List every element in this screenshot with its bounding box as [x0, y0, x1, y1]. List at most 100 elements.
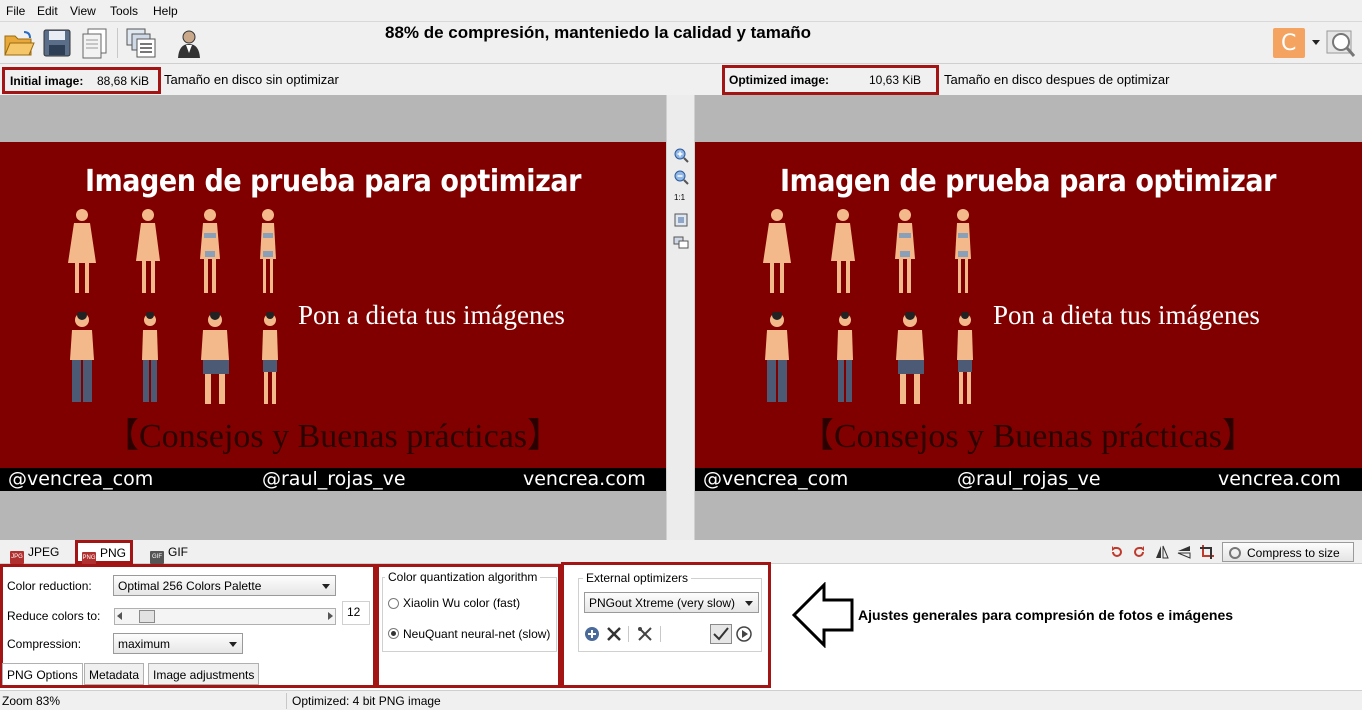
subtab-metadata[interactable]: Metadata — [84, 663, 145, 685]
copy-icon[interactable] — [78, 26, 112, 60]
tab-jpeg-label: JPEG — [28, 545, 60, 559]
save-icon[interactable] — [40, 26, 74, 60]
tab-png-label: PNG — [100, 546, 127, 560]
open-folder-icon[interactable] — [2, 26, 36, 60]
slider-thumb[interactable] — [139, 610, 155, 623]
compression-select[interactable]: maximum — [113, 633, 243, 654]
initial-size-box: Initial image: 88,68 KiB — [2, 67, 161, 94]
enable-optimizer-checkbox[interactable] — [710, 624, 732, 644]
color-reduction-value: Optimal 256 Colors Palette — [118, 579, 262, 593]
toolbar-separator — [117, 28, 118, 58]
preview-advice: 【Consejos y Buenas prácticas】 — [104, 418, 562, 455]
optimized-size-label: Optimized image: — [729, 73, 830, 87]
figures-men-illustration — [765, 312, 973, 404]
preview-footer: @vencrea_com @raul_rojas_ve vencrea.com — [695, 468, 1362, 491]
footer-handle-1: @vencrea_com — [703, 468, 849, 490]
compression-label: Compression: — [7, 637, 82, 651]
footer-handle-2: @raul_rojas_ve — [262, 468, 406, 490]
radio-xiaolin-wu[interactable] — [388, 598, 399, 609]
zoom-out-icon[interactable] — [673, 169, 689, 185]
user-icon[interactable] — [172, 26, 206, 60]
radio-neuquant[interactable] — [388, 628, 399, 639]
figures-women-illustration — [68, 209, 276, 293]
footer-handle-1: @vencrea_com — [8, 468, 154, 490]
tab-gif[interactable]: GIF GIF — [146, 543, 192, 564]
flip-vertical-icon[interactable] — [1177, 545, 1191, 559]
chevron-down-icon — [745, 601, 753, 606]
fit-window-icon[interactable] — [673, 212, 689, 228]
chevron-down-icon[interactable] — [1312, 40, 1320, 45]
original-preview[interactable]: Imagen de prueba para optimizar Pon a di… — [0, 95, 666, 540]
slider-left-arrow-icon[interactable] — [117, 612, 122, 620]
optimized-size-value: 10,63 KiB — [869, 73, 922, 87]
reduce-colors-slider[interactable] — [114, 608, 336, 625]
zoom-settings-icon[interactable] — [1324, 26, 1358, 60]
menu-file[interactable]: File — [6, 4, 25, 18]
preview-subtitle: Pon a dieta tus imágenes — [298, 300, 565, 330]
arrow-left-icon — [792, 582, 854, 648]
separator — [660, 626, 661, 642]
compress-to-size-label: Compress to size — [1247, 546, 1340, 560]
neuquant-label: NeuQuant neural-net (slow) — [403, 627, 551, 641]
separator — [628, 626, 629, 642]
preview-title: Imagen de prueba para optimizar — [779, 164, 1277, 199]
footer-handle-2: @raul_rojas_ve — [957, 468, 1101, 490]
batch-icon[interactable] — [124, 26, 158, 60]
reduce-colors-label: Reduce colors to: — [7, 609, 101, 623]
initial-size-value: 88,68 KiB — [97, 74, 150, 88]
optimized-preview[interactable]: Imagen de prueba para optimizar Pon a di… — [695, 95, 1362, 540]
initial-size-label: Initial image: — [10, 74, 84, 88]
tab-png[interactable]: PNG PNG — [75, 540, 134, 565]
xiaolin-wu-label: Xiaolin Wu color (fast) — [403, 596, 521, 610]
external-optimizer-select[interactable]: PNGout Xtreme (very slow) — [584, 592, 759, 613]
compare-view-icon[interactable] — [673, 234, 689, 250]
zoom-actual-size-button[interactable]: 1:1 — [674, 193, 685, 202]
rotate-right-icon[interactable] — [1132, 545, 1146, 559]
footer-site: vencrea.com — [523, 468, 646, 490]
optimized-size-note: Tamaño en disco despues de optimizar — [944, 72, 1170, 87]
menu-tools[interactable]: Tools — [110, 4, 138, 18]
headline-text: 88% de compresión, manteniedo la calidad… — [385, 23, 812, 42]
subtab-image-adjustments[interactable]: Image adjustments — [148, 663, 260, 685]
preview-image: Imagen de prueba para optimizar Pon a di… — [0, 142, 666, 491]
figures-men-illustration — [70, 312, 278, 404]
quantization-title: Color quantization algorithm — [385, 570, 541, 584]
footer-site: vencrea.com — [1218, 468, 1341, 490]
menu-edit[interactable]: Edit — [37, 4, 58, 18]
compress-to-size-button[interactable]: Compress to size — [1222, 542, 1354, 562]
compression-value: maximum — [118, 637, 171, 651]
options-panel: Color reduction: Optimal 256 Colors Pale… — [0, 562, 1362, 690]
color-reduction-label: Color reduction: — [7, 579, 92, 593]
menu-view[interactable]: View — [70, 4, 96, 18]
format-tabs: JPG JPEG PNG PNG GIF GIF Compress to size — [0, 540, 1362, 565]
gif-icon: GIF — [150, 551, 164, 564]
tools-icon[interactable] — [637, 626, 653, 642]
toolbar: 88% de compresión, manteniedo la calidad… — [0, 22, 1362, 64]
slider-right-arrow-icon[interactable] — [328, 612, 333, 620]
status-optimized: Optimized: 4 bit PNG image — [292, 694, 441, 708]
preview-footer: @vencrea_com @raul_rojas_ve vencrea.com — [0, 468, 666, 491]
zoom-in-icon[interactable] — [673, 147, 689, 163]
rotate-left-icon[interactable] — [1110, 545, 1124, 559]
flip-horizontal-icon[interactable] — [1155, 545, 1169, 559]
play-icon[interactable] — [736, 626, 752, 642]
menu-help[interactable]: Help — [153, 4, 178, 18]
subtab-png-options[interactable]: PNG Options — [2, 663, 83, 685]
annotation-text: Ajustes generales para compresión de fot… — [858, 607, 1234, 623]
tab-gif-label: GIF — [168, 545, 188, 559]
figures-women-illustration — [763, 209, 971, 293]
initial-size-note: Tamaño en disco sin optimizar — [164, 72, 339, 87]
c-logo-icon[interactable]: C — [1273, 28, 1305, 58]
status-zoom: Zoom 83% — [2, 694, 61, 708]
tab-jpeg[interactable]: JPG JPEG — [6, 543, 63, 564]
remove-icon[interactable] — [606, 626, 622, 642]
external-optimizers-title: External optimizers — [583, 571, 692, 585]
add-icon[interactable] — [584, 626, 600, 642]
optimized-size-box: Optimized image: 10,63 KiB — [722, 65, 939, 95]
status-separator — [286, 693, 287, 709]
crop-icon[interactable] — [1200, 545, 1214, 559]
color-reduction-select[interactable]: Optimal 256 Colors Palette — [113, 575, 336, 596]
reduce-colors-value[interactable]: 12 — [342, 601, 370, 625]
chevron-down-icon — [322, 584, 330, 589]
preview-image: Imagen de prueba para optimizar Pon a di… — [695, 142, 1362, 491]
